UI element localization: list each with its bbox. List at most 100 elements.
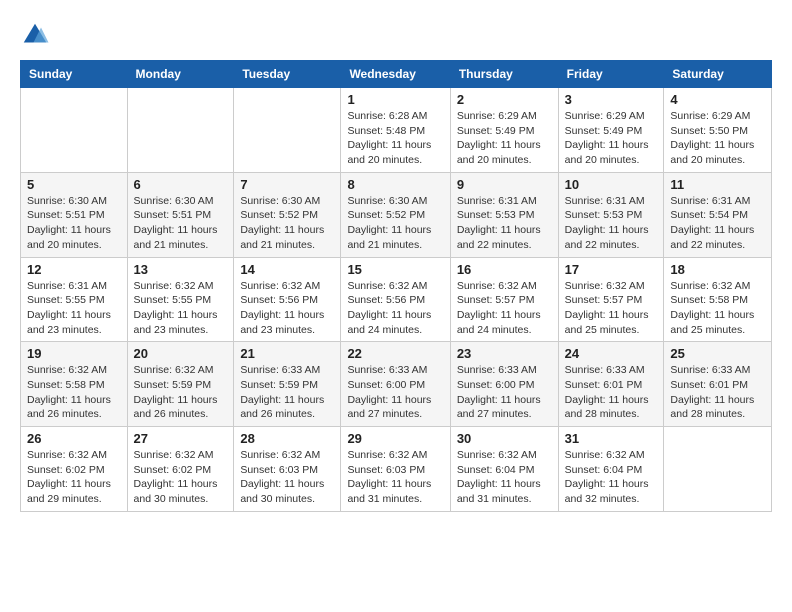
week-row-2: 12 Sunrise: 6:31 AM Sunset: 5:55 PM Dayli… bbox=[21, 257, 772, 342]
day-number: 31 bbox=[565, 431, 658, 446]
day-info: Sunrise: 6:32 AM Sunset: 5:59 PM Dayligh… bbox=[134, 363, 228, 422]
calendar-cell: 30Sunrise: 6:32 AM Sunset: 6:04 PM Dayli… bbox=[450, 427, 558, 512]
day-info: Sunrise: 6:32 AM Sunset: 5:56 PM Dayligh… bbox=[347, 279, 443, 338]
day-info: Sunrise: 6:33 AM Sunset: 6:01 PM Dayligh… bbox=[565, 363, 658, 422]
day-number: 10 bbox=[565, 177, 658, 192]
calendar-cell: 3 Sunrise: 6:29 AM Sunset: 5:49 PM Daylig… bbox=[558, 88, 664, 173]
calendar-cell: 28 Sunrise: 6:32 AM Sunset: 6:03 PM Dayli… bbox=[234, 427, 341, 512]
week-row-3: 19 Sunrise: 6:32 AM Sunset: 5:58 PM Dayli… bbox=[21, 342, 772, 427]
day-number: 19 bbox=[27, 346, 121, 361]
day-number: 17 bbox=[565, 262, 658, 277]
logo bbox=[20, 20, 52, 50]
day-info: Sunrise: 6:29 AM Sunset: 5:49 PM Dayligh… bbox=[565, 109, 658, 168]
week-row-0: 1 Sunrise: 6:28 AM Sunset: 5:48 PM Daylig… bbox=[21, 88, 772, 173]
day-info: Sunrise: 6:31 AM Sunset: 5:53 PM Dayligh… bbox=[565, 194, 658, 253]
day-number: 4 bbox=[670, 92, 765, 107]
calendar-cell: 4 Sunrise: 6:29 AM Sunset: 5:50 PM Daylig… bbox=[664, 88, 772, 173]
calendar-cell: 19 Sunrise: 6:32 AM Sunset: 5:58 PM Dayli… bbox=[21, 342, 128, 427]
calendar-cell: 7Sunrise: 6:30 AM Sunset: 5:52 PM Daylig… bbox=[234, 172, 341, 257]
day-number: 14 bbox=[240, 262, 334, 277]
day-info: Sunrise: 6:32 AM Sunset: 5:55 PM Dayligh… bbox=[134, 279, 228, 338]
calendar-cell: 2Sunrise: 6:29 AM Sunset: 5:49 PM Daylig… bbox=[450, 88, 558, 173]
day-info: Sunrise: 6:32 AM Sunset: 6:03 PM Dayligh… bbox=[347, 448, 443, 507]
day-info: Sunrise: 6:32 AM Sunset: 6:04 PM Dayligh… bbox=[565, 448, 658, 507]
calendar-cell: 26 Sunrise: 6:32 AM Sunset: 6:02 PM Dayli… bbox=[21, 427, 128, 512]
day-number: 25 bbox=[670, 346, 765, 361]
day-info: Sunrise: 6:32 AM Sunset: 5:58 PM Dayligh… bbox=[27, 363, 121, 422]
calendar-cell: 22 Sunrise: 6:33 AM Sunset: 6:00 PM Dayli… bbox=[341, 342, 450, 427]
day-info: Sunrise: 6:32 AM Sunset: 6:02 PM Dayligh… bbox=[134, 448, 228, 507]
calendar-cell: 29 Sunrise: 6:32 AM Sunset: 6:03 PM Dayli… bbox=[341, 427, 450, 512]
calendar-cell: 10 Sunrise: 6:31 AM Sunset: 5:53 PM Dayli… bbox=[558, 172, 664, 257]
day-info: Sunrise: 6:33 AM Sunset: 6:00 PM Dayligh… bbox=[457, 363, 552, 422]
calendar-cell: 11 Sunrise: 6:31 AM Sunset: 5:54 PM Dayli… bbox=[664, 172, 772, 257]
day-number: 26 bbox=[27, 431, 121, 446]
header-wednesday: Wednesday bbox=[341, 61, 450, 88]
calendar-cell: 25 Sunrise: 6:33 AM Sunset: 6:01 PM Dayli… bbox=[664, 342, 772, 427]
calendar-cell: 17 Sunrise: 6:32 AM Sunset: 5:57 PM Dayli… bbox=[558, 257, 664, 342]
header-saturday: Saturday bbox=[664, 61, 772, 88]
calendar-cell bbox=[21, 88, 128, 173]
day-info: Sunrise: 6:32 AM Sunset: 5:58 PM Dayligh… bbox=[670, 279, 765, 338]
day-number: 29 bbox=[347, 431, 443, 446]
day-info: Sunrise: 6:33 AM Sunset: 6:01 PM Dayligh… bbox=[670, 363, 765, 422]
calendar-cell bbox=[664, 427, 772, 512]
header-monday: Monday bbox=[127, 61, 234, 88]
day-number: 18 bbox=[670, 262, 765, 277]
day-info: Sunrise: 6:31 AM Sunset: 5:54 PM Dayligh… bbox=[670, 194, 765, 253]
day-number: 11 bbox=[670, 177, 765, 192]
day-info: Sunrise: 6:32 AM Sunset: 6:04 PM Dayligh… bbox=[457, 448, 552, 507]
day-number: 7 bbox=[240, 177, 334, 192]
day-info: Sunrise: 6:33 AM Sunset: 5:59 PM Dayligh… bbox=[240, 363, 334, 422]
day-number: 1 bbox=[347, 92, 443, 107]
calendar-cell: 6 Sunrise: 6:30 AM Sunset: 5:51 PM Daylig… bbox=[127, 172, 234, 257]
calendar-cell: 15Sunrise: 6:32 AM Sunset: 5:56 PM Dayli… bbox=[341, 257, 450, 342]
calendar-cell: 9Sunrise: 6:31 AM Sunset: 5:53 PM Daylig… bbox=[450, 172, 558, 257]
day-info: Sunrise: 6:32 AM Sunset: 5:57 PM Dayligh… bbox=[457, 279, 552, 338]
calendar-cell bbox=[127, 88, 234, 173]
day-info: Sunrise: 6:28 AM Sunset: 5:48 PM Dayligh… bbox=[347, 109, 443, 168]
calendar-cell: 8 Sunrise: 6:30 AM Sunset: 5:52 PM Daylig… bbox=[341, 172, 450, 257]
day-info: Sunrise: 6:32 AM Sunset: 5:56 PM Dayligh… bbox=[240, 279, 334, 338]
day-number: 28 bbox=[240, 431, 334, 446]
day-info: Sunrise: 6:30 AM Sunset: 5:51 PM Dayligh… bbox=[134, 194, 228, 253]
calendar-cell: 13 Sunrise: 6:32 AM Sunset: 5:55 PM Dayli… bbox=[127, 257, 234, 342]
day-info: Sunrise: 6:29 AM Sunset: 5:50 PM Dayligh… bbox=[670, 109, 765, 168]
calendar-table: SundayMondayTuesdayWednesdayThursdayFrid… bbox=[20, 60, 772, 512]
day-info: Sunrise: 6:30 AM Sunset: 5:52 PM Dayligh… bbox=[347, 194, 443, 253]
day-number: 16 bbox=[457, 262, 552, 277]
day-number: 27 bbox=[134, 431, 228, 446]
day-number: 9 bbox=[457, 177, 552, 192]
day-number: 5 bbox=[27, 177, 121, 192]
week-row-4: 26 Sunrise: 6:32 AM Sunset: 6:02 PM Dayli… bbox=[21, 427, 772, 512]
day-number: 3 bbox=[565, 92, 658, 107]
header-friday: Friday bbox=[558, 61, 664, 88]
day-info: Sunrise: 6:32 AM Sunset: 6:02 PM Dayligh… bbox=[27, 448, 121, 507]
day-number: 12 bbox=[27, 262, 121, 277]
logo-icon bbox=[20, 20, 50, 50]
day-number: 22 bbox=[347, 346, 443, 361]
day-number: 24 bbox=[565, 346, 658, 361]
day-info: Sunrise: 6:32 AM Sunset: 5:57 PM Dayligh… bbox=[565, 279, 658, 338]
day-info: Sunrise: 6:31 AM Sunset: 5:55 PM Dayligh… bbox=[27, 279, 121, 338]
day-number: 23 bbox=[457, 346, 552, 361]
day-info: Sunrise: 6:33 AM Sunset: 6:00 PM Dayligh… bbox=[347, 363, 443, 422]
calendar-cell: 16 Sunrise: 6:32 AM Sunset: 5:57 PM Dayli… bbox=[450, 257, 558, 342]
week-row-1: 5 Sunrise: 6:30 AM Sunset: 5:51 PM Daylig… bbox=[21, 172, 772, 257]
day-number: 21 bbox=[240, 346, 334, 361]
day-number: 13 bbox=[134, 262, 228, 277]
calendar-cell: 1 Sunrise: 6:28 AM Sunset: 5:48 PM Daylig… bbox=[341, 88, 450, 173]
day-info: Sunrise: 6:30 AM Sunset: 5:51 PM Dayligh… bbox=[27, 194, 121, 253]
day-number: 6 bbox=[134, 177, 228, 192]
calendar-cell: 21 Sunrise: 6:33 AM Sunset: 5:59 PM Dayli… bbox=[234, 342, 341, 427]
header-row: SundayMondayTuesdayWednesdayThursdayFrid… bbox=[21, 61, 772, 88]
header-thursday: Thursday bbox=[450, 61, 558, 88]
day-number: 20 bbox=[134, 346, 228, 361]
day-number: 8 bbox=[347, 177, 443, 192]
calendar-cell bbox=[234, 88, 341, 173]
header-sunday: Sunday bbox=[21, 61, 128, 88]
calendar-cell: 14 Sunrise: 6:32 AM Sunset: 5:56 PM Dayli… bbox=[234, 257, 341, 342]
calendar-cell: 20 Sunrise: 6:32 AM Sunset: 5:59 PM Dayli… bbox=[127, 342, 234, 427]
day-info: Sunrise: 6:29 AM Sunset: 5:49 PM Dayligh… bbox=[457, 109, 552, 168]
day-info: Sunrise: 6:32 AM Sunset: 6:03 PM Dayligh… bbox=[240, 448, 334, 507]
